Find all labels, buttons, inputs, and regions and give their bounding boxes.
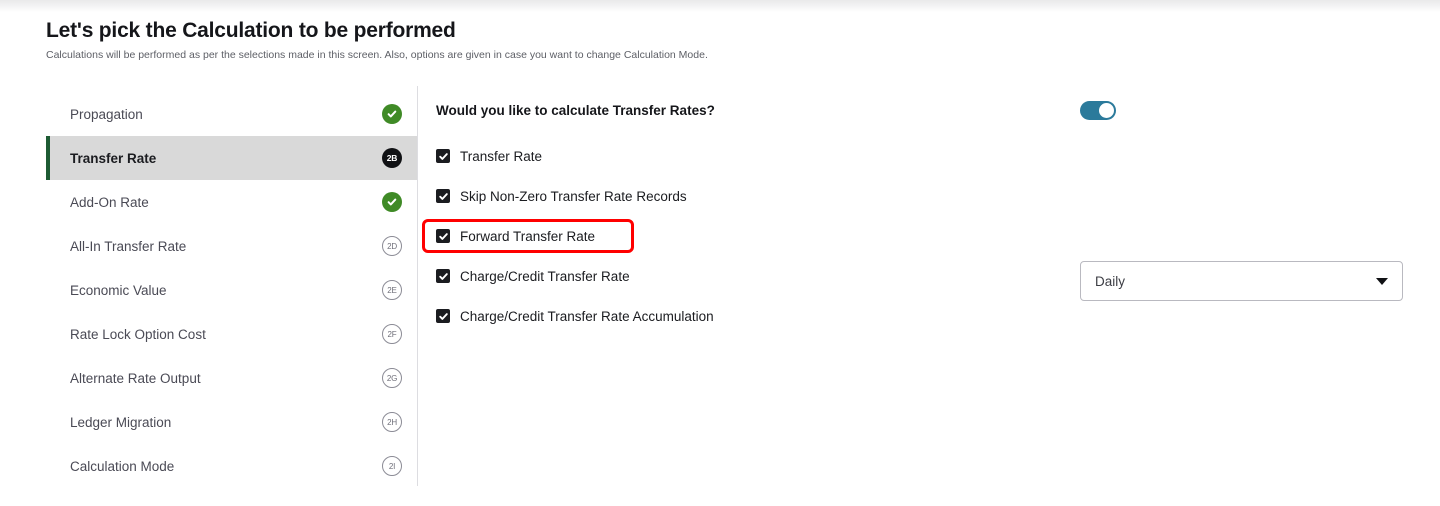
checkbox-row[interactable]: Charge/Credit Transfer Rate xyxy=(436,266,714,286)
sidebar-item-calculation-mode[interactable]: Calculation Mode 2I xyxy=(46,444,418,488)
sidebar-item-economic-value[interactable]: Economic Value 2E xyxy=(46,268,418,312)
checkbox-label: Skip Non-Zero Transfer Rate Records xyxy=(460,188,687,204)
toggle-knob xyxy=(1099,103,1114,118)
check-circle-icon xyxy=(382,104,402,124)
sidebar-item-propagation[interactable]: Propagation xyxy=(46,92,418,136)
sidebar-item-label: All-In Transfer Rate xyxy=(70,238,187,254)
checkbox-label: Forward Transfer Rate xyxy=(460,228,596,244)
checkbox-checked-icon[interactable] xyxy=(436,149,450,163)
check-circle-icon xyxy=(382,192,402,212)
checkbox-label: Charge/Credit Transfer Rate Accumulation xyxy=(460,308,714,324)
sidebar-item-alternate-rate-output[interactable]: Alternate Rate Output 2G xyxy=(46,356,418,400)
sidebar-item-label: Transfer Rate xyxy=(70,150,157,166)
transfer-rate-options-list: Transfer Rate Skip Non-Zero Transfer Rate… xyxy=(436,146,714,346)
step-badge-icon: 2D xyxy=(382,236,402,256)
checkbox-row[interactable]: Transfer Rate xyxy=(436,146,714,166)
page-title: Let's pick the Calculation to be perform… xyxy=(46,19,456,42)
top-gradient-strip xyxy=(0,0,1440,12)
sidebar-item-label: Ledger Migration xyxy=(70,414,172,430)
step-badge-icon: 2B xyxy=(382,148,402,168)
sidebar-item-label: Propagation xyxy=(70,106,143,122)
checkbox-checked-icon[interactable] xyxy=(436,269,450,283)
calculate-transfer-rates-toggle[interactable] xyxy=(1080,101,1116,120)
step-badge-icon: 2I xyxy=(382,456,402,476)
step-badge-icon: 2F xyxy=(382,324,402,344)
sidebar-item-ledger-migration[interactable]: Ledger Migration 2H xyxy=(46,400,418,444)
chevron-down-icon xyxy=(1376,277,1388,285)
checkbox-label: Charge/Credit Transfer Rate xyxy=(460,268,630,284)
checkbox-checked-icon[interactable] xyxy=(436,189,450,203)
checkbox-row[interactable]: Forward Transfer Rate xyxy=(436,226,714,246)
step-badge-icon: 2H xyxy=(382,412,402,432)
frequency-dropdown[interactable]: Daily xyxy=(1080,261,1403,301)
sidebar-item-all-in-transfer-rate[interactable]: All-In Transfer Rate 2D xyxy=(46,224,418,268)
step-badge-icon: 2G xyxy=(382,368,402,388)
checkbox-row[interactable]: Charge/Credit Transfer Rate Accumulation xyxy=(436,306,714,326)
calculation-selection-screen: Let's pick the Calculation to be perform… xyxy=(0,0,1440,506)
sidebar-item-label: Alternate Rate Output xyxy=(70,370,201,386)
calculation-steps-sidebar: Propagation Transfer Rate 2B Add-On Rate All… xyxy=(46,92,418,488)
sidebar-item-transfer-rate[interactable]: Transfer Rate 2B xyxy=(46,136,418,180)
checkbox-label: Transfer Rate xyxy=(460,148,543,164)
checkbox-checked-icon[interactable] xyxy=(436,229,450,243)
sidebar-item-label: Calculation Mode xyxy=(70,458,175,474)
section-question: Would you like to calculate Transfer Rat… xyxy=(436,103,715,118)
sidebar-item-add-on-rate[interactable]: Add-On Rate xyxy=(46,180,418,224)
page-subtitle: Calculations will be performed as per th… xyxy=(46,49,708,61)
checkbox-checked-icon[interactable] xyxy=(436,309,450,323)
sidebar-item-label: Add-On Rate xyxy=(70,194,149,210)
sidebar-item-label: Economic Value xyxy=(70,282,167,298)
sidebar-item-label: Rate Lock Option Cost xyxy=(70,326,206,342)
checkbox-row[interactable]: Skip Non-Zero Transfer Rate Records xyxy=(436,186,714,206)
sidebar-item-rate-lock-option-cost[interactable]: Rate Lock Option Cost 2F xyxy=(46,312,418,356)
frequency-dropdown-value: Daily xyxy=(1095,273,1126,289)
content-divider xyxy=(417,86,418,486)
step-badge-icon: 2E xyxy=(382,280,402,300)
